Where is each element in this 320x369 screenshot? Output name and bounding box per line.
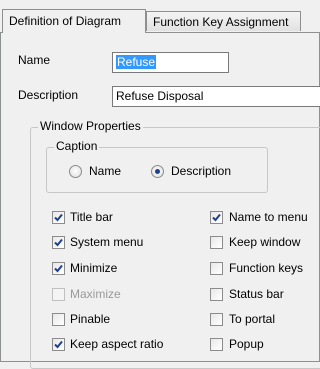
tab-function-key-assignment[interactable]: Function Key Assignment bbox=[146, 11, 301, 31]
description-label: Description bbox=[18, 88, 79, 102]
checkmark-icon bbox=[212, 213, 221, 222]
caption-description-label[interactable]: Description bbox=[171, 164, 231, 178]
keep-aspect-ratio-label[interactable]: Keep aspect ratio bbox=[70, 337, 163, 351]
function-keys-label[interactable]: Function keys bbox=[229, 261, 303, 275]
title-bar-label[interactable]: Title bar bbox=[70, 210, 113, 224]
to-portal-label[interactable]: To portal bbox=[229, 312, 275, 326]
popup-label[interactable]: Popup bbox=[229, 337, 264, 351]
keep-aspect-ratio-checkbox[interactable] bbox=[52, 338, 65, 351]
window-properties-title: Window Properties bbox=[38, 119, 143, 133]
maximize-checkbox bbox=[52, 288, 65, 301]
name-input[interactable]: Refuse bbox=[112, 52, 229, 73]
title-bar-checkbox[interactable] bbox=[52, 211, 65, 224]
tab-definition-of-diagram[interactable]: Definition of Diagram bbox=[2, 9, 146, 33]
tab-strip: Definition of Diagram Function Key Assig… bbox=[0, 0, 310, 33]
caption-description-radio[interactable] bbox=[151, 165, 164, 178]
caption-name-label[interactable]: Name bbox=[89, 164, 121, 178]
description-value: Refuse Disposal bbox=[116, 89, 204, 103]
checkmark-icon bbox=[54, 340, 63, 349]
name-to-menu-label[interactable]: Name to menu bbox=[229, 210, 308, 224]
status-bar-checkbox[interactable] bbox=[210, 288, 223, 301]
caption-name-radio[interactable] bbox=[69, 165, 82, 178]
keep-window-checkbox[interactable] bbox=[210, 236, 223, 249]
popup-checkbox[interactable] bbox=[210, 338, 223, 351]
checkmark-icon bbox=[54, 238, 63, 247]
system-menu-checkbox[interactable] bbox=[52, 236, 65, 249]
minimize-label[interactable]: Minimize bbox=[70, 261, 117, 275]
caption-title: Caption bbox=[54, 139, 100, 153]
maximize-label: Maximize bbox=[70, 287, 121, 301]
system-menu-label[interactable]: System menu bbox=[70, 235, 143, 249]
keep-window-label[interactable]: Keep window bbox=[229, 235, 300, 249]
name-to-menu-checkbox[interactable] bbox=[210, 211, 223, 224]
function-keys-checkbox[interactable] bbox=[210, 262, 223, 275]
pinable-label[interactable]: Pinable bbox=[70, 312, 110, 326]
name-value: Refuse bbox=[116, 55, 157, 69]
status-bar-label[interactable]: Status bar bbox=[229, 287, 284, 301]
checkmark-icon bbox=[54, 213, 63, 222]
description-input[interactable]: Refuse Disposal bbox=[112, 86, 320, 107]
name-label: Name bbox=[18, 53, 51, 67]
to-portal-checkbox[interactable] bbox=[210, 313, 223, 326]
minimize-checkbox[interactable] bbox=[52, 262, 65, 275]
checkmark-icon bbox=[54, 264, 63, 273]
pinable-checkbox[interactable] bbox=[52, 313, 65, 326]
